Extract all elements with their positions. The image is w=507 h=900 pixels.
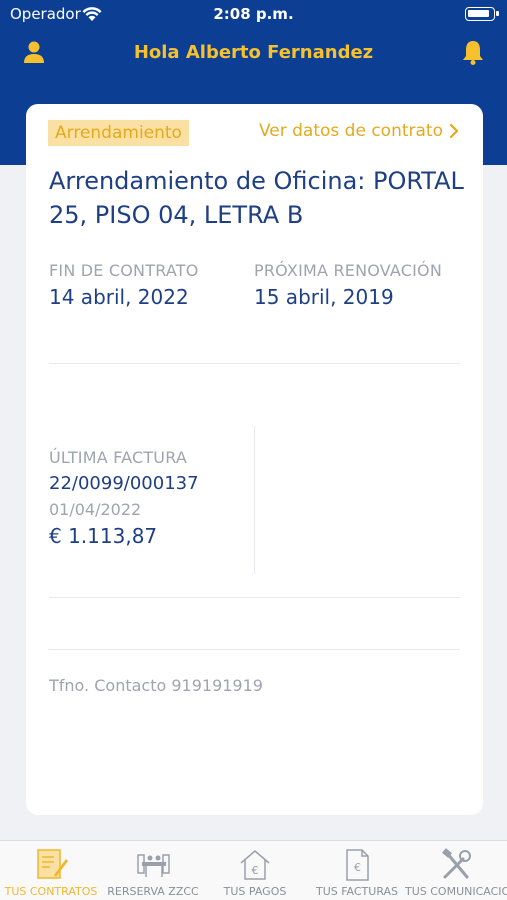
chevron-right-icon (449, 123, 459, 139)
tab-comunicaciones[interactable]: TUS COMUNICACIONES (405, 847, 507, 898)
contract-type-badge: Arrendamiento (48, 120, 189, 146)
tab-label: RERSERVA ZZCC (107, 885, 199, 898)
svg-text:€: € (354, 861, 361, 874)
invoice-number: 22/0099/000137 (49, 473, 199, 494)
contract-title: Arrendamiento de Oficina: PORTAL 25, PIS… (49, 167, 464, 229)
status-bar: Operador 2:08 p.m. (0, 0, 507, 30)
last-invoice-label: ÚLTIMA FACTURA (49, 448, 188, 467)
view-contract-label: Ver datos de contrato (258, 121, 443, 141)
svg-text:€: € (252, 864, 259, 877)
contract-end-block: FIN DE CONTRATO 14 abril, 2022 (49, 259, 239, 311)
renewal-date: 15 abril, 2019 (254, 285, 394, 309)
contract-end-label: FIN DE CONTRATO (49, 261, 199, 280)
view-contract-link[interactable]: Ver datos de contrato (259, 121, 459, 141)
last-invoice-block[interactable]: ÚLTIMA FACTURA 22/0099/000137 01/04/2022… (49, 446, 249, 550)
greeting-title: Hola Alberto Fernandez (133, 42, 374, 63)
divider (49, 363, 460, 364)
tab-bar: TUS CONTRATOS RERSERVA ZZCC € TUS PAGOS … (0, 840, 507, 900)
renewal-label: PRÓXIMA RENOVACIÓN (254, 261, 442, 280)
house-euro-icon: € (240, 850, 270, 880)
tools-icon (442, 848, 471, 879)
tab-reserva[interactable]: RERSERVA ZZCC (102, 847, 204, 898)
renewal-block: PRÓXIMA RENOVACIÓN 15 abril, 2019 (254, 259, 454, 311)
contract-card: Arrendamiento Ver datos de contrato Arre… (26, 104, 483, 815)
tab-label: TUS COMUNICACIONES (405, 885, 507, 898)
divider (49, 597, 460, 598)
vertical-divider (254, 426, 255, 574)
tab-label: TUS PAGOS (223, 885, 287, 898)
contract-pen-icon (37, 849, 68, 879)
tab-label: TUS FACTURAS (315, 885, 399, 898)
invoice-amount: € 1.113,87 (49, 524, 158, 548)
tab-label: TUS CONTRATOS (4, 885, 98, 898)
status-time: 2:08 p.m. (213, 5, 294, 23)
invoice-date: 01/04/2022 (49, 500, 142, 519)
contact-phone[interactable]: Tfno. Contacto 919191919 (49, 676, 263, 695)
bell-icon[interactable] (459, 38, 487, 66)
tab-facturas[interactable]: € TUS FACTURAS (306, 847, 408, 898)
invoice-euro-icon: € (346, 849, 369, 881)
tab-pagos[interactable]: € TUS PAGOS (204, 847, 306, 898)
meeting-room-icon (137, 854, 170, 877)
battery-icon (465, 7, 499, 21)
divider (49, 649, 460, 650)
contract-end-date: 14 abril, 2022 (49, 285, 189, 309)
tab-contratos[interactable]: TUS CONTRATOS (0, 847, 102, 898)
